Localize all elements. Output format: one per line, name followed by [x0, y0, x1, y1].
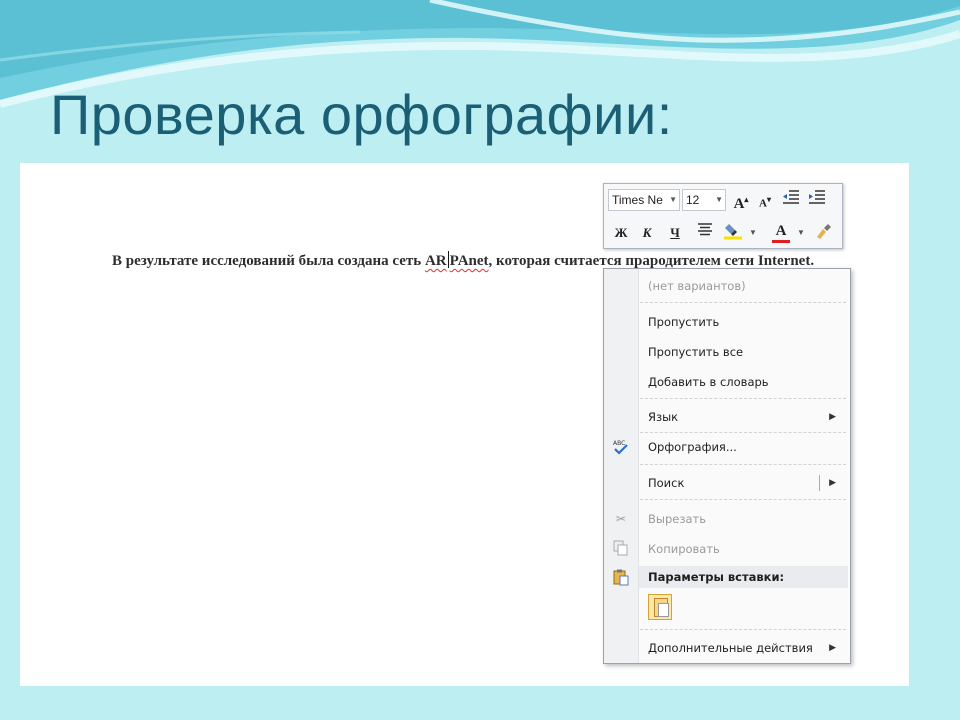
- chevron-down-icon: ▼: [669, 195, 677, 204]
- text-caret: [447, 251, 449, 268]
- format-painter-icon: [817, 224, 831, 239]
- misspelled-word-part1: AR: [424, 253, 447, 269]
- spelling-check-icon: ABC: [612, 438, 630, 456]
- shrink-font-icon: A: [759, 197, 767, 210]
- align-center-icon: [698, 223, 712, 236]
- font-size-value: 12: [686, 193, 700, 207]
- chevron-down-icon: ▼: [715, 195, 723, 204]
- menu-item-spelling[interactable]: Орфография...: [648, 437, 737, 457]
- slide-title: Проверка орфографии:: [50, 83, 673, 146]
- menu-separator: [640, 432, 846, 433]
- menu-icon-gutter: [604, 269, 639, 663]
- paste-icon: [612, 568, 630, 586]
- italic-button[interactable]: К: [636, 222, 658, 244]
- submenu-arrow-icon: ▶: [829, 642, 836, 652]
- misspelled-word-part2: PAnet: [449, 253, 489, 269]
- svg-text:ABC: ABC: [613, 440, 625, 447]
- font-color-icon: A: [775, 223, 787, 239]
- grow-font-icon: A: [733, 196, 745, 212]
- menu-item-more-actions[interactable]: Дополнительные действия: [648, 638, 813, 658]
- bold-icon: Ж: [614, 225, 628, 240]
- misspelled-word[interactable]: AR PAnet: [424, 251, 489, 269]
- scissors-icon: ✂: [615, 512, 627, 526]
- menu-item-ignore-all[interactable]: Пропустить все: [648, 342, 743, 362]
- menu-item-add-to-dictionary[interactable]: Добавить в словарь: [648, 372, 769, 392]
- menu-item-search[interactable]: Поиск: [648, 473, 684, 493]
- menu-item-cut: Вырезать: [648, 512, 706, 526]
- decrease-indent-icon: [783, 190, 799, 204]
- submenu-arrow-icon: ▶: [829, 411, 836, 421]
- decrease-indent-button[interactable]: [780, 189, 802, 211]
- font-color-button[interactable]: A: [770, 220, 792, 243]
- spelling-context-menu: (нет вариантов) Пропустить Пропустить вс…: [603, 268, 851, 664]
- copy-icon: [612, 540, 630, 558]
- font-name-combo[interactable]: Times Ne ▼: [608, 189, 680, 211]
- paste-keep-source-button[interactable]: [648, 594, 672, 620]
- format-painter-button[interactable]: [812, 222, 834, 244]
- underline-button[interactable]: Ч: [664, 222, 686, 244]
- font-color-swatch: [772, 240, 790, 243]
- submenu-arrow-icon: ▶: [829, 477, 836, 487]
- menu-separator: [640, 629, 846, 630]
- bold-button[interactable]: Ж: [610, 222, 632, 244]
- menu-item-language[interactable]: Язык: [648, 407, 678, 427]
- menu-item-copy: Копировать: [648, 542, 720, 556]
- menu-item-no-suggestions: (нет вариантов): [648, 279, 746, 293]
- font-name-value: Times Ne: [612, 193, 663, 207]
- align-center-button[interactable]: [694, 222, 716, 244]
- menu-separator: [640, 499, 846, 500]
- font-size-combo[interactable]: 12 ▼: [682, 189, 726, 211]
- increase-indent-button[interactable]: [806, 189, 828, 211]
- grow-font-button[interactable]: A▴: [730, 189, 752, 212]
- increase-indent-icon: [809, 190, 825, 204]
- highlight-button[interactable]: [722, 222, 744, 244]
- highlighter-icon: [724, 224, 742, 240]
- font-color-dropdown[interactable]: ▼: [790, 222, 812, 244]
- menu-separator: [640, 464, 846, 465]
- paragraph-text-after: , которая считается прародителем сети In…: [488, 253, 815, 269]
- highlight-dropdown[interactable]: ▼: [742, 222, 764, 244]
- italic-icon: К: [642, 225, 652, 240]
- menu-item-ignore[interactable]: Пропустить: [648, 312, 719, 332]
- paragraph-text-before: В результате исследований была создана с…: [112, 253, 425, 269]
- mini-formatting-toolbar: Times Ne ▼ 12 ▼ A▴ A▾ Ж К Ч ▼ A ▼: [603, 183, 843, 249]
- split-divider: [819, 475, 820, 491]
- menu-separator: [640, 302, 846, 303]
- menu-item-paste-options: Параметры вставки:: [648, 570, 785, 584]
- underline-icon: Ч: [670, 225, 680, 240]
- menu-separator: [640, 398, 846, 399]
- shrink-font-button[interactable]: A▾: [754, 189, 776, 211]
- paste-sheet-icon: [658, 603, 669, 617]
